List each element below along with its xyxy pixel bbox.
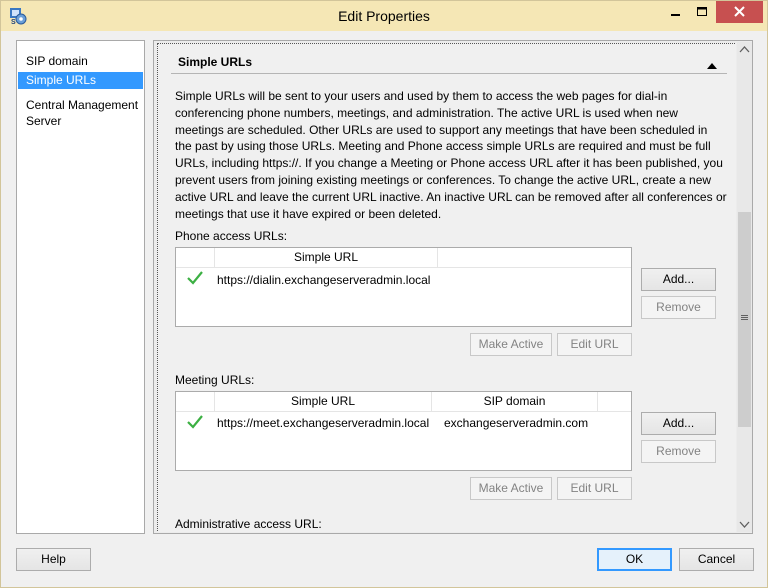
column-header-sip-domain[interactable]: SIP domain: [432, 392, 598, 411]
grip-line: [741, 315, 748, 316]
close-icon: [734, 6, 745, 17]
phone-url-cell: https://dialin.exchangeserveradmin.local: [217, 273, 431, 287]
section-description: Simple URLs will be sent to your users a…: [175, 89, 727, 221]
minimize-icon: [671, 14, 680, 16]
maximize-button[interactable]: [689, 1, 716, 23]
column-header-simple-url[interactable]: Simple URL: [215, 392, 432, 411]
column-header-status[interactable]: [176, 392, 215, 411]
phone-remove-button[interactable]: Remove: [641, 296, 716, 319]
phone-url-list[interactable]: Simple URL https://dialin.exchangeserver…: [175, 247, 632, 327]
cancel-button[interactable]: Cancel: [679, 548, 754, 571]
meeting-remove-button[interactable]: Remove: [641, 440, 716, 463]
chevron-down-icon: [739, 521, 750, 528]
admin-access-label: Administrative access URL:: [175, 517, 322, 531]
nav-item-sip-domain[interactable]: SIP domain: [18, 53, 143, 70]
ok-button[interactable]: OK: [597, 548, 672, 571]
minimize-button[interactable]: [662, 1, 689, 23]
phone-edit-url-button[interactable]: Edit URL: [557, 333, 632, 356]
meeting-urls-label: Meeting URLs:: [175, 373, 255, 387]
maximize-icon: [697, 7, 707, 16]
window-title: Edit Properties: [338, 8, 430, 24]
section-frame: Simple URLs Simple URLs will be sent to …: [157, 43, 736, 532]
list-header: Simple URL SIP domain: [176, 392, 631, 412]
content-panel: Simple URLs Simple URLs will be sent to …: [153, 40, 753, 534]
meeting-add-button[interactable]: Add...: [641, 412, 716, 435]
phone-access-label: Phone access URLs:: [175, 229, 288, 243]
collapse-up-icon[interactable]: [707, 58, 717, 72]
nav-item-label: Central Management Server: [26, 98, 139, 128]
close-button[interactable]: [716, 1, 763, 23]
chevron-up-icon: [739, 46, 750, 53]
settings-nav: SIP domain Simple URLs Central Managemen…: [16, 40, 145, 534]
column-header-simple-url[interactable]: Simple URL: [215, 248, 438, 267]
section-title: Simple URLs: [178, 55, 253, 69]
nav-item-simple-urls[interactable]: Simple URLs: [18, 72, 143, 89]
grip-line: [741, 319, 748, 320]
nav-item-central-management-server[interactable]: Central Management Server: [18, 97, 143, 129]
section-divider: [171, 73, 727, 74]
scroll-up-button[interactable]: [737, 42, 752, 57]
nav-item-label: SIP domain: [26, 54, 88, 68]
scroll-down-button[interactable]: [737, 517, 752, 532]
content-scroll-area[interactable]: Simple URLs Simple URLs will be sent to …: [155, 42, 736, 532]
meeting-domain-cell: exchangeserveradmin.com: [444, 416, 589, 430]
title-bar[interactable]: S Edit Properties: [1, 1, 767, 31]
meeting-url-list[interactable]: Simple URL SIP domain https://meet.excha…: [175, 391, 632, 471]
active-check-icon: [187, 415, 203, 432]
scroll-thumb[interactable]: [738, 212, 751, 427]
column-header-status[interactable]: [176, 248, 215, 267]
meeting-url-cell: https://meet.exchangeserveradmin.local: [217, 416, 430, 430]
phone-add-button[interactable]: Add...: [641, 268, 716, 291]
vertical-scrollbar[interactable]: [737, 42, 752, 532]
active-check-icon: [187, 271, 203, 288]
meeting-make-active-button[interactable]: Make Active: [470, 477, 552, 500]
edit-properties-window: S Edit Properties SIP domain Simple URLs…: [0, 0, 768, 588]
list-header: Simple URL: [176, 248, 631, 268]
grip-line: [741, 317, 748, 318]
nav-item-label: Simple URLs: [26, 73, 97, 87]
meeting-edit-url-button[interactable]: Edit URL: [557, 477, 632, 500]
phone-make-active-button[interactable]: Make Active: [470, 333, 552, 356]
help-button[interactable]: Help: [16, 548, 91, 571]
